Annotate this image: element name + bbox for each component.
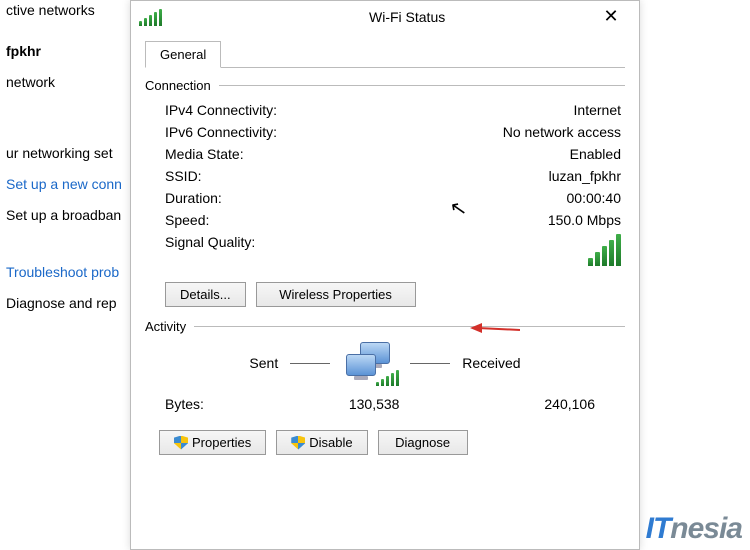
activity-group: Activity (145, 319, 625, 334)
dash-icon (290, 363, 330, 364)
received-label: Received (462, 355, 520, 371)
media-state-label: Media State: (165, 146, 244, 162)
connection-group: Connection (145, 78, 625, 93)
speed-value: 150.0 Mbps (548, 212, 621, 228)
ipv6-value: No network access (503, 124, 621, 140)
bg-link-troubleshoot[interactable]: Troubleshoot prob (6, 262, 140, 283)
shield-icon (174, 436, 188, 450)
sent-label: Sent (249, 355, 278, 371)
ipv4-value: Internet (574, 102, 621, 118)
duration-value: 00:00:40 (567, 190, 622, 206)
signal-quality-value (588, 234, 621, 269)
tabstrip: General (145, 41, 625, 68)
bg-active-networks: ctive networks (6, 0, 140, 21)
speed-label: Speed: (165, 212, 209, 228)
ipv4-label: IPv4 Connectivity: (165, 102, 277, 118)
background-network-center: ctive networks fpkhr network ur networki… (0, 0, 140, 324)
titlebar: Wi-Fi Status ✕ (131, 1, 639, 33)
bg-network-type: network (6, 72, 140, 93)
mini-signal-icon (376, 370, 399, 386)
diagnose-button[interactable]: Diagnose (378, 430, 468, 455)
media-state-value: Enabled (570, 146, 621, 162)
bg-link-diagnose[interactable]: Diagnose and rep (6, 293, 140, 314)
ssid-value: luzan_fpkhr (549, 168, 621, 184)
bytes-sent: 130,538 (204, 396, 544, 412)
shield-icon (291, 436, 305, 450)
dash-icon (410, 363, 450, 364)
bg-settings-heading: ur networking set (6, 143, 140, 164)
watermark: ITnesia (646, 512, 742, 546)
close-button[interactable]: ✕ (591, 3, 631, 31)
bytes-received: 240,106 (544, 396, 595, 412)
wifi-icon (139, 9, 361, 26)
wifi-status-dialog: Wi-Fi Status ✕ General Connection IPv4 C… (130, 0, 640, 550)
bg-link-new-connection[interactable]: Set up a new conn (6, 174, 140, 195)
properties-button[interactable]: Properties (159, 430, 266, 455)
duration-label: Duration: (165, 190, 222, 206)
details-button[interactable]: Details... (165, 282, 246, 307)
ssid-label: SSID: (165, 168, 202, 184)
dialog-title: Wi-Fi Status (369, 9, 591, 25)
monitors-icon (342, 342, 398, 384)
ipv6-label: IPv6 Connectivity: (165, 124, 277, 140)
activity-graphic: Sent Received (145, 342, 625, 384)
tab-general[interactable]: General (145, 41, 221, 68)
wireless-properties-button[interactable]: Wireless Properties (256, 282, 416, 307)
signal-bars-icon (588, 234, 621, 266)
signal-quality-label: Signal Quality: (165, 234, 255, 269)
bytes-label: Bytes: (165, 396, 204, 412)
bg-link-broadband[interactable]: Set up a broadban (6, 205, 140, 226)
disable-button[interactable]: Disable (276, 430, 367, 455)
bg-network-name: fpkhr (6, 41, 140, 62)
